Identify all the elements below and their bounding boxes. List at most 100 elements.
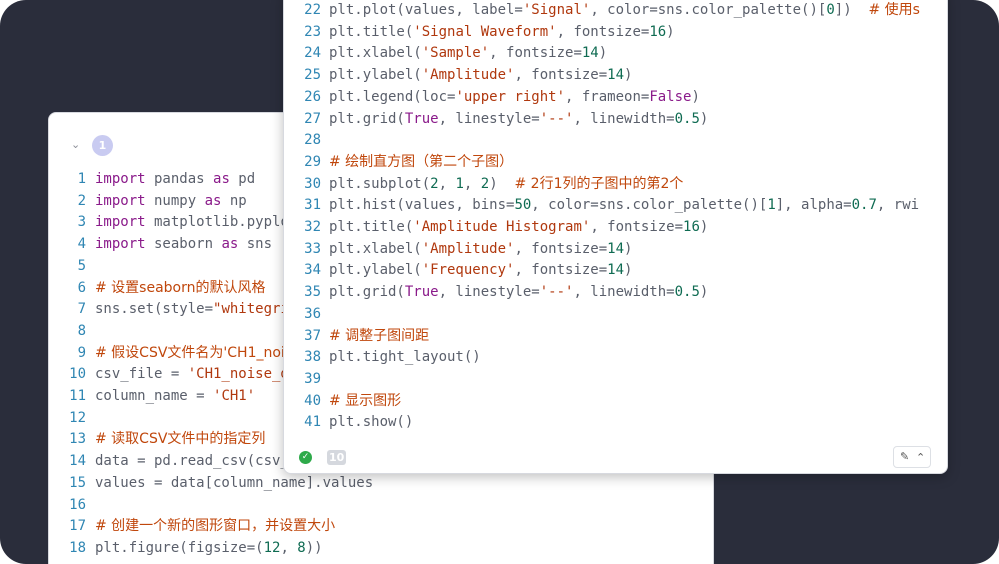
- pen-icon[interactable]: ✎: [900, 450, 909, 463]
- code-token: import: [95, 214, 146, 231]
- code-line[interactable]: 6 # 设置seaborn的默认风格: [49, 278, 266, 300]
- code-line[interactable]: 38 plt.tight_layout(): [284, 347, 481, 369]
- code-token: plt.tight_layout(): [329, 349, 481, 366]
- code-token: as: [204, 192, 222, 209]
- line-number: 8: [77, 322, 86, 339]
- code-token: '--': [539, 110, 574, 127]
- code-line[interactable]: 28: [284, 130, 329, 152]
- code-token: matplotlib.pyplot: [145, 214, 306, 231]
- line-number: 32: [304, 219, 321, 235]
- code-token: plt.hist(values, bins=: [329, 197, 515, 214]
- code-token: 'Signal': [522, 2, 591, 18]
- code-line[interactable]: 2 import numpy as np: [49, 191, 247, 213]
- code-token: , linewidth=: [573, 110, 675, 127]
- line-number: 12: [69, 409, 86, 426]
- chevron-down-icon[interactable]: ⌄: [71, 138, 80, 151]
- code-line[interactable]: 17 # 创建一个新的图形窗口，并设置大小: [49, 516, 335, 538]
- code-line[interactable]: 40 # 显示图形: [284, 391, 401, 413]
- code-line[interactable]: 26 plt.legend(loc='upper right', frameon=…: [284, 87, 700, 109]
- code-line[interactable]: 34 plt.ylabel('Frequency', fontsize=14): [284, 260, 632, 282]
- code-token: , fontsize=: [489, 45, 582, 62]
- code-token: , color=sns.color_palette()[: [531, 197, 768, 214]
- code-token: plt.ylabel(: [329, 262, 422, 279]
- code-token: , rwi: [876, 197, 920, 214]
- code-token: numpy: [145, 192, 205, 209]
- code-line[interactable]: 13 # 读取CSV文件中的指定列: [49, 429, 265, 451]
- code-token: 'Amplitude': [421, 240, 515, 257]
- code-token: 'Sample': [421, 45, 490, 62]
- code-line[interactable]: 29 # 绘制直方图（第二个子图）: [284, 152, 513, 174]
- code-token: , fontsize=: [514, 262, 608, 279]
- code-line[interactable]: 7sns.set(style="whitegrid"): [49, 299, 315, 321]
- code-token: plt.xlabel(: [329, 240, 422, 257]
- code-token: 2: [480, 175, 490, 192]
- code-line[interactable]: 16: [49, 495, 95, 517]
- code-line[interactable]: 11 column_name = 'CH1': [49, 386, 255, 408]
- code-token: import: [95, 236, 146, 253]
- run-count-badge: 1: [92, 135, 113, 156]
- code-token: 0.5: [674, 110, 700, 127]
- line-number: 35: [304, 284, 321, 301]
- line-number: 13: [69, 431, 86, 448]
- line-number: 23: [304, 23, 321, 40]
- code-token: ): [598, 45, 608, 62]
- code-line[interactable]: 31 plt.hist(values, bins=50, color=sns.co…: [284, 195, 919, 217]
- code-token: 'Signal Waveform': [413, 23, 557, 40]
- code-token: )): [305, 539, 323, 556]
- code-token: plt.grid(: [329, 110, 405, 127]
- line-number: 15: [69, 474, 86, 491]
- code-token: pd: [229, 171, 256, 187]
- line-number: 38: [304, 349, 321, 366]
- code-token: sns: [238, 236, 273, 253]
- code-line[interactable]: 1 import pandas as pd: [49, 169, 256, 191]
- code-line[interactable]: 22 plt.plot(values, label='Signal', color…: [284, 0, 920, 22]
- code-line[interactable]: 23 plt.title('Signal Waveform', fontsize=…: [284, 22, 674, 44]
- code-line[interactable]: 8: [49, 321, 95, 343]
- code-line[interactable]: 15 values = data[column_name].values: [49, 473, 373, 495]
- code-line[interactable]: 32 plt.title('Amplitude Histogram', fonts…: [284, 217, 708, 239]
- code-line[interactable]: 18 plt.figure(figsize=(12, 8)): [49, 538, 323, 560]
- code-token: ): [699, 110, 709, 127]
- code-token: 'Amplitude Histogram': [413, 219, 591, 235]
- code-line[interactable]: 30 plt.subplot(2, 1, 2) # 2行1列的子图中的第2个: [284, 174, 683, 196]
- code-line[interactable]: 33 plt.xlabel('Amplitude', fontsize=14): [284, 239, 632, 261]
- line-number: 22: [304, 2, 321, 18]
- line-number: 17: [69, 518, 86, 535]
- cell-toolbar[interactable]: ✎ ⌃: [893, 446, 931, 468]
- code-line[interactable]: 25 plt.ylabel('Amplitude', fontsize=14): [284, 65, 632, 87]
- code-token: ): [624, 240, 633, 257]
- code-token: ]): [834, 2, 869, 18]
- code-line[interactable]: 24 plt.xlabel('Sample', fontsize=14): [284, 43, 607, 65]
- line-number: 18: [69, 539, 86, 556]
- code-line[interactable]: 12: [49, 408, 95, 430]
- line-number: 24: [304, 45, 321, 62]
- code-token: # 创建一个新的图形窗口，并设置大小: [95, 518, 336, 535]
- code-line[interactable]: 5: [49, 256, 95, 278]
- code-token: # 绘制直方图（第二个子图）: [329, 153, 514, 170]
- code-token: 50: [514, 197, 532, 214]
- code-token: plt.figure(figsize=(: [95, 539, 264, 556]
- code-token: ,: [463, 175, 481, 192]
- line-number: 39: [304, 370, 321, 387]
- code-line[interactable]: 37 # 调整子图间距: [284, 326, 429, 348]
- code-line[interactable]: 39: [284, 369, 329, 391]
- code-token: ,: [280, 539, 298, 556]
- code-line[interactable]: 41 plt.show(): [284, 412, 413, 434]
- code-token: # 调整子图间距: [329, 327, 430, 344]
- code-line[interactable]: 36: [284, 304, 329, 326]
- code-cell-front[interactable]: 22 plt.plot(values, label='Signal', color…: [283, 0, 948, 474]
- line-number: 27: [304, 110, 321, 127]
- line-number: 25: [304, 67, 321, 84]
- cell-status-bar: ✓ 10 ✎ ⌃: [284, 445, 947, 473]
- code-line[interactable]: 4 import seaborn as sns: [49, 234, 272, 256]
- code-line[interactable]: 27 plt.grid(True, linestyle='--', linewid…: [284, 109, 708, 131]
- code-token: plt.legend(loc=: [329, 88, 456, 105]
- code-line[interactable]: 35 plt.grid(True, linestyle='--', linewid…: [284, 282, 708, 304]
- line-number: 41: [304, 414, 321, 431]
- line-number: 1: [77, 171, 86, 187]
- code-token: , color=sns.color_palette()[: [590, 2, 827, 18]
- code-token: , fontsize=: [514, 67, 608, 84]
- line-number: 3: [77, 214, 86, 231]
- chevron-up-icon[interactable]: ⌃: [916, 451, 925, 464]
- line-number: 11: [69, 388, 86, 404]
